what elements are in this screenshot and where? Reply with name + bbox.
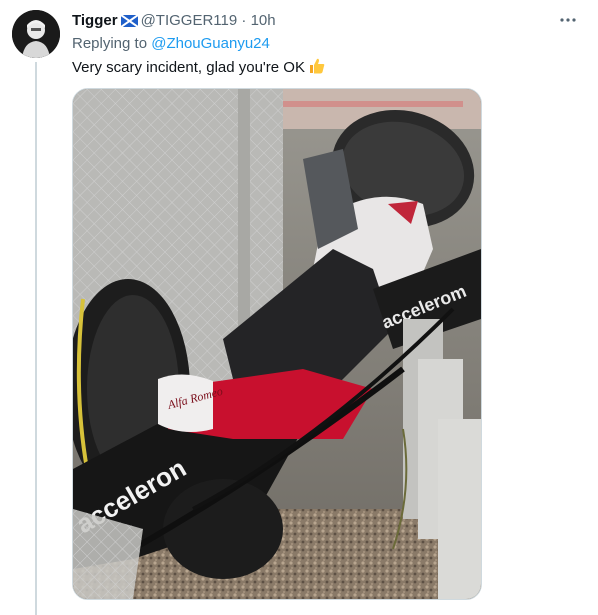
timestamp[interactable]: 10h (251, 12, 276, 29)
separator-dot: · (241, 12, 247, 29)
tweet-text: Very scary incident, glad you're OK (72, 57, 326, 81)
tweet-text-content: Very scary incident, glad you're OK (72, 59, 305, 76)
thumbs-up-icon (308, 57, 326, 81)
replying-mention-link[interactable]: @ZhouGuanyu24 (151, 35, 270, 52)
scotland-flag-icon (120, 13, 139, 33)
tweet-header: Tigger @TIGGER119 · 10h (72, 11, 276, 33)
replying-to: Replying to @ZhouGuanyu24 (72, 34, 270, 54)
tweet-card[interactable]: Tigger @TIGGER119 · 10h Replying to @Zhou… (0, 0, 598, 615)
more-options-icon[interactable] (558, 10, 578, 30)
tweet-media-photo[interactable]: acceleron Alfa Romeo accelerom (72, 88, 482, 600)
avatar[interactable] (12, 10, 60, 58)
avatar-image (12, 10, 60, 58)
crash-photo: acceleron Alfa Romeo accelerom (73, 89, 481, 599)
thread-line (35, 62, 37, 615)
replying-prefix: Replying to (72, 35, 148, 52)
author-name[interactable]: Tigger (72, 12, 118, 29)
author-handle[interactable]: @TIGGER119 (141, 12, 238, 29)
